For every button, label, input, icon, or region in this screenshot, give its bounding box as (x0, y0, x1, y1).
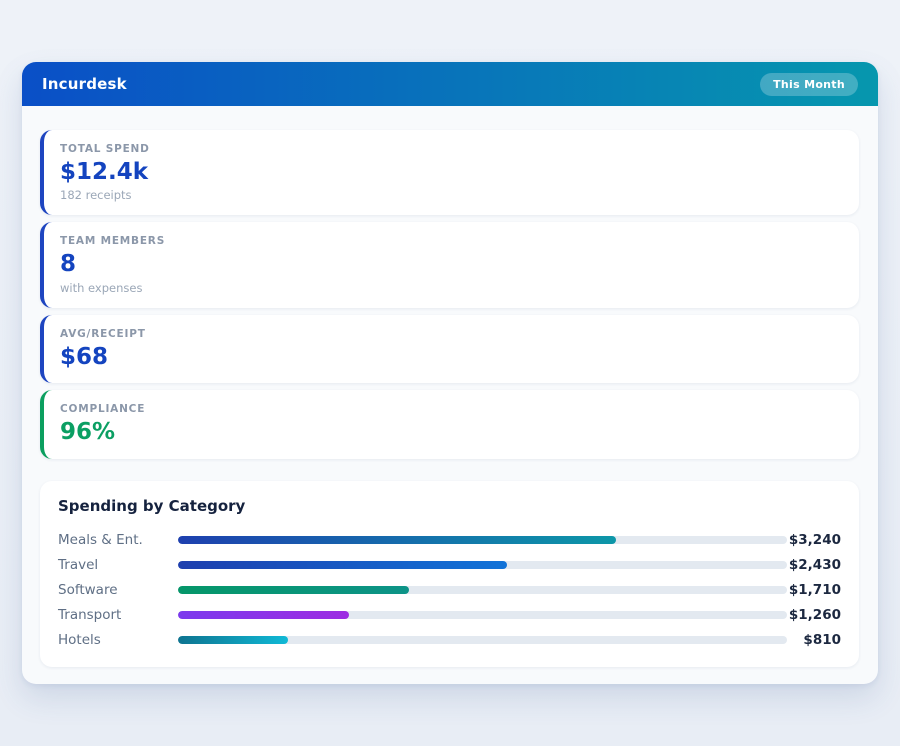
category-row-software: Software $1,710 (58, 578, 841, 603)
stat-value: 8 (60, 251, 843, 277)
category-label: Meals & Ent. (58, 532, 178, 548)
bar-fill (178, 561, 507, 569)
dashboard-content: TOTAL SPEND $12.4k 182 receipts TEAM MEM… (22, 106, 878, 667)
stat-label: AVG/RECEIPT (60, 328, 843, 340)
bar-track (178, 536, 787, 544)
category-row-transport: Transport $1,260 (58, 603, 841, 628)
spending-by-category-panel: Spending by Category Meals & Ent. $3,240… (40, 481, 859, 667)
period-badge[interactable]: This Month (760, 73, 858, 96)
app-title: Incurdesk (42, 75, 127, 93)
bar-track (178, 561, 787, 569)
category-label: Software (58, 582, 178, 598)
stat-value: $12.4k (60, 159, 843, 185)
bar-track (178, 611, 787, 619)
bar-fill (178, 536, 616, 544)
stat-subtext: with expenses (60, 281, 843, 295)
category-value: $810 (787, 632, 841, 648)
bar-track (178, 586, 787, 594)
stat-label: TEAM MEMBERS (60, 235, 843, 247)
category-label: Transport (58, 607, 178, 623)
stat-subtext: 182 receipts (60, 188, 843, 202)
category-label: Travel (58, 557, 178, 573)
stat-card-avg-receipt: AVG/RECEIPT $68 (40, 315, 859, 383)
category-value: $3,240 (787, 532, 841, 548)
stat-value: $68 (60, 344, 843, 370)
category-row-travel: Travel $2,430 (58, 553, 841, 578)
category-value: $1,710 (787, 582, 841, 598)
bar-fill (178, 611, 349, 619)
page-background: Incurdesk This Month TOTAL SPEND $12.4k … (0, 0, 900, 746)
stat-value: 96% (60, 419, 843, 445)
category-row-hotels: Hotels $810 (58, 628, 841, 653)
bar-fill (178, 636, 288, 644)
stat-card-team-members: TEAM MEMBERS 8 with expenses (40, 222, 859, 307)
stat-card-compliance: COMPLIANCE 96% (40, 390, 859, 458)
stat-label: COMPLIANCE (60, 403, 843, 415)
category-row-meals: Meals & Ent. $3,240 (58, 528, 841, 553)
category-value: $2,430 (787, 557, 841, 573)
bar-fill (178, 586, 409, 594)
stat-card-total-spend: TOTAL SPEND $12.4k 182 receipts (40, 130, 859, 215)
dashboard-card: Incurdesk This Month TOTAL SPEND $12.4k … (22, 62, 878, 684)
category-value: $1,260 (787, 607, 841, 623)
panel-title: Spending by Category (58, 497, 841, 515)
bar-track (178, 636, 787, 644)
category-label: Hotels (58, 632, 178, 648)
stat-label: TOTAL SPEND (60, 143, 843, 155)
app-header: Incurdesk This Month (22, 62, 878, 106)
